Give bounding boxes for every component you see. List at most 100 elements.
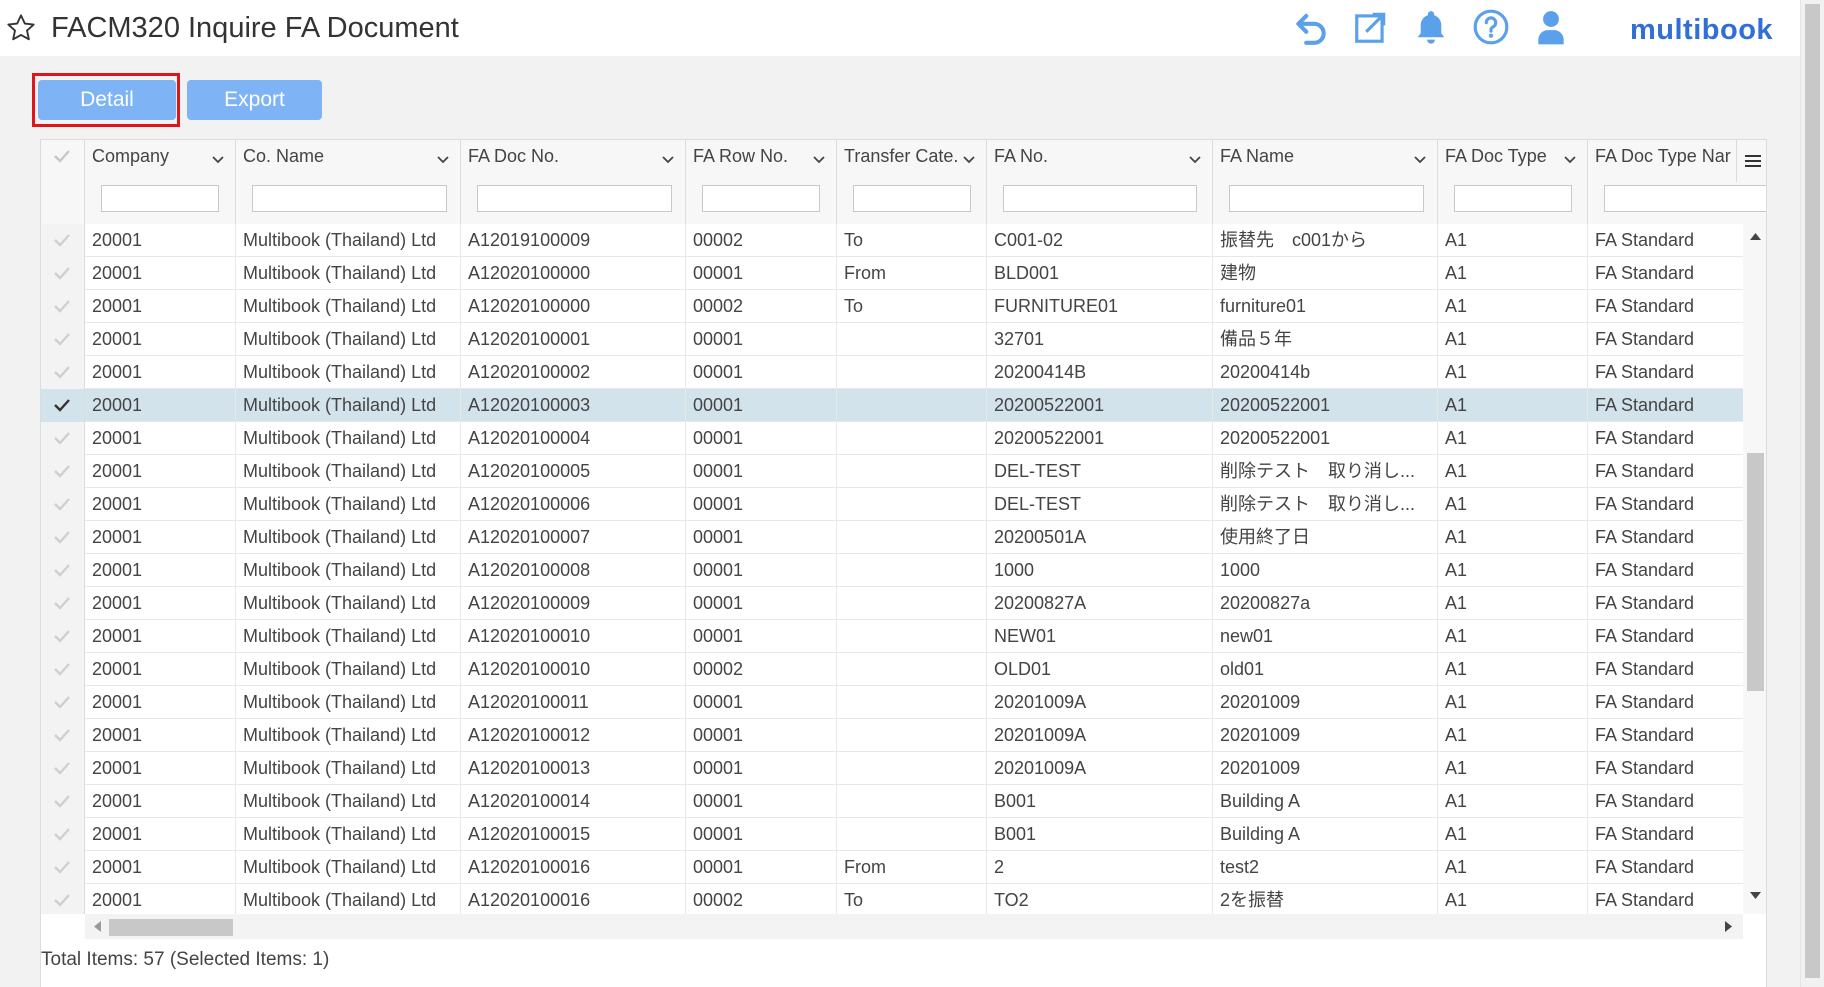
select-all-header[interactable]: [41, 140, 85, 224]
row-checkbox[interactable]: [41, 884, 85, 914]
column-header-label: FA Name: [1220, 146, 1295, 166]
row-checkbox[interactable]: [41, 653, 85, 686]
row-checkbox[interactable]: [41, 389, 85, 422]
scroll-left-icon[interactable]: [93, 921, 101, 932]
table-row[interactable]: 20001 Multibook (Thailand) Ltd A1202010000…: [41, 356, 1743, 389]
chevron-down-icon[interactable]: [961, 152, 977, 168]
column-header-doc-type[interactable]: FA Doc Type: [1438, 140, 1588, 224]
row-checkbox[interactable]: [41, 290, 85, 323]
column-filter-fa-name[interactable]: [1229, 185, 1424, 212]
table-row[interactable]: 20001 Multibook (Thailand) Ltd A1202010000…: [41, 587, 1743, 620]
row-checkbox[interactable]: [41, 587, 85, 620]
column-filter-row-no[interactable]: [702, 185, 820, 212]
table-row[interactable]: 20001 Multibook (Thailand) Ltd A1201910000…: [41, 224, 1743, 257]
row-checkbox[interactable]: [41, 323, 85, 356]
column-header-fa-no[interactable]: FA No.: [987, 140, 1213, 224]
cell-transfer: [837, 356, 987, 389]
row-checkbox[interactable]: [41, 851, 85, 884]
cell-doc-no: A12020100002: [461, 356, 686, 389]
table-row[interactable]: 20001 Multibook (Thailand) Ltd A1202010000…: [41, 455, 1743, 488]
help-icon[interactable]: [1472, 8, 1510, 46]
table-row[interactable]: 20001 Multibook (Thailand) Ltd A1202010000…: [41, 389, 1743, 422]
row-checkbox[interactable]: [41, 356, 85, 389]
table-row[interactable]: 20001 Multibook (Thailand) Ltd A1202010001…: [41, 752, 1743, 785]
grid-horizontal-scroll-thumb[interactable]: [109, 919, 233, 936]
column-filter-doc-no[interactable]: [477, 185, 672, 212]
table-row[interactable]: 20001 Multibook (Thailand) Ltd A1202010000…: [41, 290, 1743, 323]
chevron-down-icon[interactable]: [1412, 152, 1428, 168]
chevron-down-icon[interactable]: [435, 152, 451, 168]
user-icon[interactable]: [1532, 8, 1570, 46]
scroll-up-icon[interactable]: [1750, 232, 1761, 240]
table-row[interactable]: 20001 Multibook (Thailand) Ltd A1202010000…: [41, 323, 1743, 356]
grid-vertical-scroll-thumb[interactable]: [1747, 453, 1764, 691]
cell-doc-type: A1: [1438, 884, 1588, 914]
row-checkbox[interactable]: [41, 620, 85, 653]
cell-fa-no: 20200522001: [987, 389, 1213, 422]
row-checkbox[interactable]: [41, 455, 85, 488]
chevron-down-icon[interactable]: [1562, 152, 1578, 168]
table-row[interactable]: 20001 Multibook (Thailand) Ltd A1202010001…: [41, 785, 1743, 818]
column-header-doc-no[interactable]: FA Doc No.: [461, 140, 686, 224]
export-button[interactable]: Export: [187, 80, 322, 120]
chevron-down-icon[interactable]: [660, 152, 676, 168]
column-filter-doc-type[interactable]: [1454, 185, 1572, 212]
table-row[interactable]: 20001 Multibook (Thailand) Ltd A1202010001…: [41, 686, 1743, 719]
star-icon[interactable]: [5, 12, 37, 44]
table-row[interactable]: 20001 Multibook (Thailand) Ltd A1202010000…: [41, 554, 1743, 587]
row-checkbox[interactable]: [41, 521, 85, 554]
column-filter-fa-no[interactable]: [1003, 185, 1197, 212]
column-menu-icon[interactable]: [1736, 140, 1766, 182]
page-scrollbar[interactable]: [1800, 0, 1824, 987]
check-icon: [54, 399, 70, 412]
cell-fa-no: 1000: [987, 554, 1213, 587]
column-filter-transfer[interactable]: [853, 185, 971, 212]
detail-button[interactable]: Detail: [38, 80, 176, 120]
chevron-down-icon[interactable]: [210, 152, 226, 168]
column-header-company[interactable]: Company: [85, 140, 236, 224]
cell-fa-no: 20200501A: [987, 521, 1213, 554]
table-row[interactable]: 20001 Multibook (Thailand) Ltd A1202010000…: [41, 257, 1743, 290]
table-row[interactable]: 20001 Multibook (Thailand) Ltd A1202010000…: [41, 488, 1743, 521]
cell-company: 20001: [85, 653, 236, 686]
grid-horizontal-scrollbar[interactable]: [85, 914, 1743, 939]
row-checkbox[interactable]: [41, 422, 85, 455]
row-checkbox[interactable]: [41, 488, 85, 521]
check-icon[interactable]: [53, 148, 71, 164]
scroll-right-icon[interactable]: [1725, 921, 1733, 932]
row-checkbox[interactable]: [41, 818, 85, 851]
cell-company: 20001: [85, 356, 236, 389]
row-checkbox[interactable]: [41, 719, 85, 752]
table-row[interactable]: 20001 Multibook (Thailand) Ltd A1202010000…: [41, 422, 1743, 455]
undo-icon[interactable]: [1292, 8, 1330, 46]
row-checkbox[interactable]: [41, 257, 85, 290]
open-external-icon[interactable]: [1352, 8, 1390, 46]
row-checkbox[interactable]: [41, 785, 85, 818]
table-row[interactable]: 20001 Multibook (Thailand) Ltd A1202010001…: [41, 653, 1743, 686]
column-header-row-no[interactable]: FA Row No.: [686, 140, 837, 224]
table-row[interactable]: 20001 Multibook (Thailand) Ltd A1202010001…: [41, 851, 1743, 884]
column-header-fa-name[interactable]: FA Name: [1213, 140, 1438, 224]
table-row[interactable]: 20001 Multibook (Thailand) Ltd A1202010001…: [41, 719, 1743, 752]
row-checkbox[interactable]: [41, 224, 85, 257]
cell-doc-no: A12020100007: [461, 521, 686, 554]
column-filter-co-name[interactable]: [252, 185, 447, 212]
column-filter-doc-type-name[interactable]: [1604, 185, 1766, 212]
bell-icon[interactable]: [1412, 8, 1450, 46]
cell-co-name: Multibook (Thailand) Ltd: [236, 620, 461, 653]
chevron-down-icon[interactable]: [1187, 152, 1203, 168]
scroll-down-icon[interactable]: [1750, 892, 1761, 900]
column-filter-company[interactable]: [101, 185, 219, 212]
table-row[interactable]: 20001 Multibook (Thailand) Ltd A1202010001…: [41, 818, 1743, 851]
column-header-co-name[interactable]: Co. Name: [236, 140, 461, 224]
column-header-transfer[interactable]: Transfer Cate...: [837, 140, 987, 224]
table-row[interactable]: 20001 Multibook (Thailand) Ltd A1202010000…: [41, 521, 1743, 554]
row-checkbox[interactable]: [41, 686, 85, 719]
table-row[interactable]: 20001 Multibook (Thailand) Ltd A1202010001…: [41, 884, 1743, 914]
cell-co-name: Multibook (Thailand) Ltd: [236, 521, 461, 554]
row-checkbox[interactable]: [41, 554, 85, 587]
row-checkbox[interactable]: [41, 752, 85, 785]
grid-vertical-scrollbar[interactable]: [1743, 224, 1766, 914]
table-row[interactable]: 20001 Multibook (Thailand) Ltd A1202010001…: [41, 620, 1743, 653]
chevron-down-icon[interactable]: [811, 152, 827, 168]
